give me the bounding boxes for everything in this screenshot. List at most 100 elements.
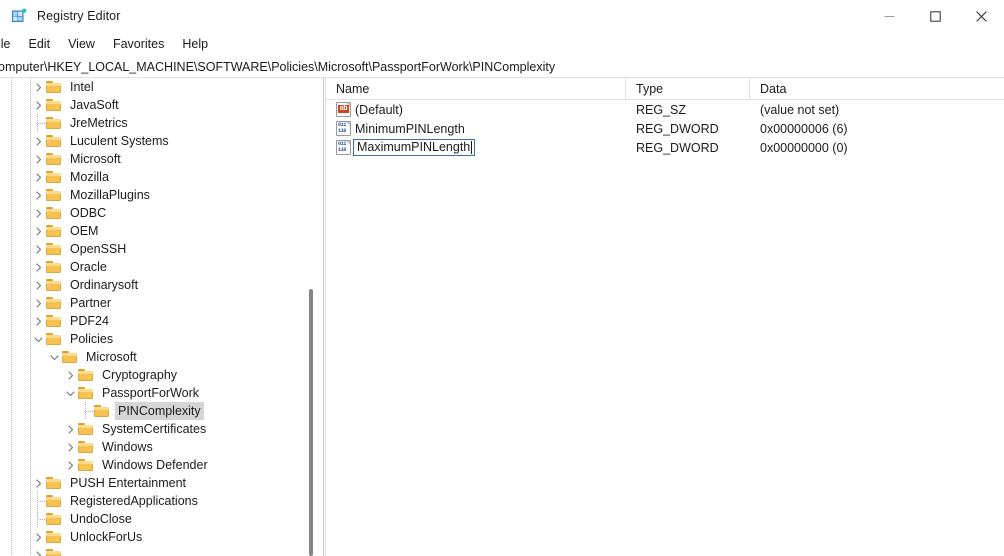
tree-item-pincomplexity[interactable]: PINComplexity (0, 402, 324, 420)
tree-item-label: Microsoft (70, 152, 121, 166)
chevron-right-icon[interactable] (30, 312, 46, 330)
chevron-right-icon[interactable] (30, 222, 46, 240)
tree-item-label: Windows (102, 440, 153, 454)
string-value-icon: ab (336, 102, 351, 117)
tree-item-label: UnlockForUs (70, 530, 143, 544)
chevron-right-icon[interactable] (30, 132, 46, 150)
tree-item-intel[interactable]: Intel (0, 78, 324, 96)
chevron-right-icon[interactable] (30, 546, 46, 556)
dword-value-icon: 011 110 (336, 121, 351, 136)
tree-item-label: PDF24 (70, 314, 109, 328)
value-name-cell[interactable]: ab (Default) (326, 102, 626, 117)
value-row[interactable]: ab (Default) REG_SZ (value not set) (326, 100, 1004, 119)
chevron-right-icon[interactable] (30, 168, 46, 186)
tree-item-policies[interactable]: Policies (0, 330, 324, 348)
tree-item-javasoft[interactable]: JavaSoft (0, 96, 324, 114)
folder-icon (46, 206, 62, 220)
menu-favorites[interactable]: Favorites (104, 35, 173, 53)
value-name-cell[interactable]: 011 110 MinimumPINLength (326, 121, 626, 136)
menu-file[interactable]: ile (0, 35, 20, 53)
tree-item-ordinarysoft[interactable]: Ordinarysoft (0, 276, 324, 294)
chevron-down-icon[interactable] (30, 330, 46, 348)
registry-tree[interactable]: Intel JavaSoft JreMetrics Luculent Systems M… (0, 78, 324, 556)
tree-scrollbar-thumb[interactable] (309, 289, 313, 556)
folder-icon (46, 152, 62, 166)
tree-item-label: RegisteredApplications (70, 494, 198, 508)
address-bar[interactable]: omputer\HKEY_LOCAL_MACHINE\SOFTWARE\Poli… (0, 56, 1004, 78)
chevron-right-icon[interactable] (30, 528, 46, 546)
chevron-down-icon[interactable] (62, 384, 78, 402)
folder-icon (46, 224, 62, 238)
tree-item-registeredapplications[interactable]: RegisteredApplications (0, 492, 324, 510)
maximize-button[interactable] (912, 0, 958, 32)
tree-item-windows-defender[interactable]: Windows Defender (0, 456, 324, 474)
registry-tree-pane[interactable]: Intel JavaSoft JreMetrics Luculent Systems M… (0, 78, 325, 556)
column-header-name[interactable]: Name (326, 78, 626, 99)
title-bar: Registry Editor (0, 0, 1004, 32)
value-type-cell: REG_DWORD (636, 121, 719, 136)
values-list-rows[interactable]: ab (Default) REG_SZ (value not set) 011 110 Mi… (326, 100, 1004, 556)
chevron-right-icon[interactable] (30, 150, 46, 168)
value-name-cell[interactable]: 011 110 MaximumPINLength (326, 139, 626, 156)
tree-item-openssh[interactable]: OpenSSH (0, 240, 324, 258)
tree-item-oem[interactable]: OEM (0, 222, 324, 240)
folder-icon (46, 494, 62, 508)
folder-icon (46, 260, 62, 274)
chevron-right-icon[interactable] (30, 258, 46, 276)
chevron-down-icon[interactable] (46, 348, 62, 366)
menu-view[interactable]: View (59, 35, 104, 53)
value-row[interactable]: 011 110 MaximumPINLength REG_DWORD 0x0000000… (326, 138, 1004, 157)
value-row[interactable]: 011 110 MinimumPINLength REG_DWORD 0x0000000… (326, 119, 1004, 138)
tree-item-passportforwork[interactable]: PassportForWork (0, 384, 324, 402)
chevron-right-icon[interactable] (30, 276, 46, 294)
folder-icon (62, 350, 78, 364)
menu-help[interactable]: Help (173, 35, 217, 53)
chevron-right-icon[interactable] (30, 474, 46, 492)
tree-item-microsoft[interactable]: Microsoft (0, 150, 324, 168)
column-header-type[interactable]: Type (626, 78, 750, 99)
folder-icon (46, 134, 62, 148)
chevron-right-icon[interactable] (30, 204, 46, 222)
tree-item-pdf24[interactable]: PDF24 (0, 312, 324, 330)
menu-edit[interactable]: Edit (20, 35, 60, 53)
tree-item-cryptography[interactable]: Cryptography (0, 366, 324, 384)
chevron-right-icon[interactable] (30, 78, 46, 96)
values-list-pane[interactable]: Name Type Data ab (Default) REG_SZ (value n… (325, 78, 1004, 556)
tree-item-undoclose[interactable]: UndoClose (0, 510, 324, 528)
chevron-right-icon[interactable] (30, 240, 46, 258)
chevron-right-icon[interactable] (62, 420, 78, 438)
value-type-cell: REG_DWORD (636, 140, 719, 155)
tree-item-windows[interactable]: Windows (0, 438, 324, 456)
folder-icon (78, 440, 94, 454)
folder-icon (94, 404, 110, 418)
folder-icon (46, 512, 62, 526)
tree-scrollbar[interactable] (306, 78, 316, 556)
tree-item-partner[interactable]: Partner (0, 294, 324, 312)
tree-item-unnamed[interactable] (0, 546, 324, 556)
tree-item-push-entertainment[interactable]: PUSH Entertainment (0, 474, 324, 492)
tree-item-systemcertificates[interactable]: SystemCertificates (0, 420, 324, 438)
column-header-data[interactable]: Data (750, 78, 1004, 99)
tree-item-jremetrics[interactable]: JreMetrics (0, 114, 324, 132)
chevron-right-icon[interactable] (30, 294, 46, 312)
tree-item-microsoft[interactable]: Microsoft (0, 348, 324, 366)
rename-value-input[interactable]: MaximumPINLength (353, 139, 476, 156)
tree-item-oracle[interactable]: Oracle (0, 258, 324, 276)
minimize-button[interactable] (866, 0, 912, 32)
tree-item-mozillaplugins[interactable]: MozillaPlugins (0, 186, 324, 204)
close-button[interactable] (958, 0, 1004, 32)
chevron-right-icon[interactable] (30, 96, 46, 114)
folder-icon (46, 98, 62, 112)
tree-item-odbc[interactable]: ODBC (0, 204, 324, 222)
tree-item-mozilla[interactable]: Mozilla (0, 168, 324, 186)
chevron-right-icon[interactable] (62, 456, 78, 474)
tree-item-label: SystemCertificates (102, 422, 207, 436)
chevron-right-icon[interactable] (62, 366, 78, 384)
tree-item-luculent-systems[interactable]: Luculent Systems (0, 132, 324, 150)
chevron-right-icon[interactable] (30, 186, 46, 204)
tree-item-unlockforus[interactable]: UnlockForUs (0, 528, 324, 546)
chevron-right-icon[interactable] (62, 438, 78, 456)
folder-icon (78, 368, 94, 382)
tree-item-label: Windows Defender (102, 458, 208, 472)
pane-splitter[interactable] (323, 78, 324, 556)
